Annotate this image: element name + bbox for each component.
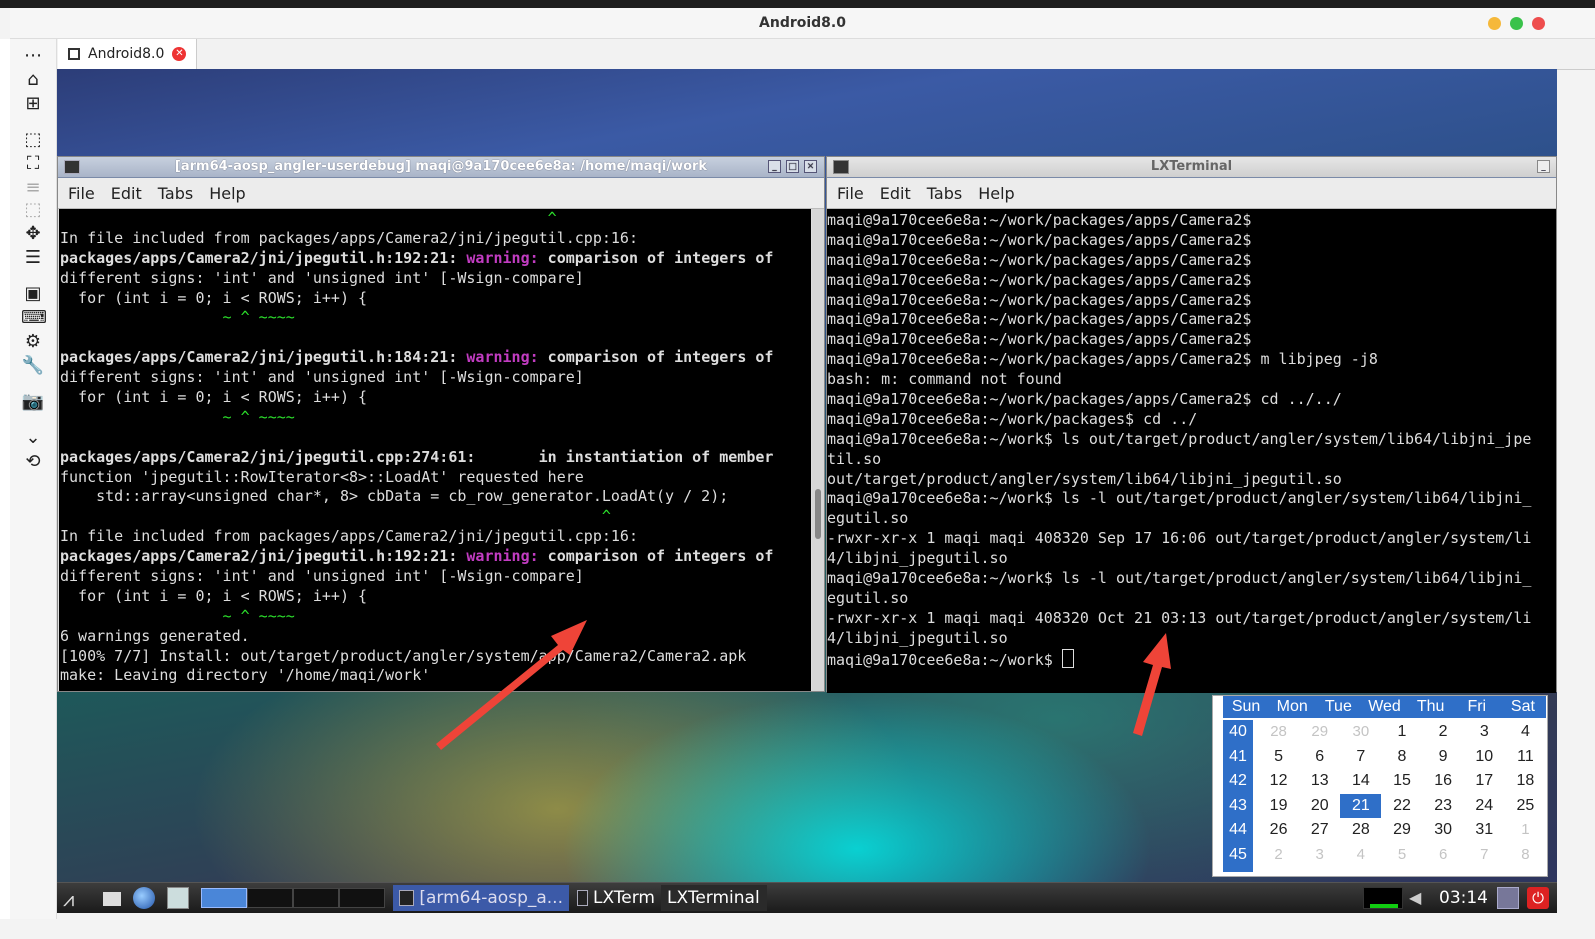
calendar-day[interactable]: 13 (1299, 769, 1340, 794)
calendar-day[interactable]: 5 (1381, 843, 1422, 868)
week-number: 42 (1229, 772, 1247, 790)
calendar-day[interactable]: 30 (1340, 720, 1381, 745)
calendar-day[interactable]: 1 (1381, 720, 1422, 745)
task-lxterm-label: LXTerm (592, 888, 655, 908)
workspace-3[interactable] (293, 888, 339, 908)
red-arrow-right (1133, 633, 1171, 736)
calendar-day[interactable]: 7 (1464, 843, 1505, 868)
workspace-4[interactable] (339, 888, 385, 908)
calendar-day[interactable]: 26 (1258, 818, 1299, 843)
calendar-popup[interactable]: Sun Mon Tue Wed Thu Fri Sat 40 41 42 43 44 45 28 29 3… (1212, 695, 1548, 877)
calendar-day[interactable]: 9 (1423, 745, 1464, 770)
calendar-day[interactable]: 30 (1423, 818, 1464, 843)
terminal-icon (399, 890, 415, 906)
calendar-day[interactable]: 5 (1258, 745, 1299, 770)
calendar-day[interactable]: 14 (1340, 769, 1381, 794)
weekday-label: Sun (1231, 698, 1261, 715)
week-number: 40 (1229, 723, 1247, 740)
red-arrow-left (436, 620, 587, 750)
calendar-day[interactable]: 20 (1299, 794, 1340, 819)
calendar-week-row: 28 29 30 1 2 3 4 (1258, 720, 1546, 745)
workspace-2[interactable] (247, 888, 293, 908)
lock-screen-icon[interactable] (1497, 887, 1519, 909)
show-desktop-icon[interactable] (103, 892, 121, 906)
terminal-icon (577, 890, 588, 906)
calendar-week-row: 5 6 7 8 9 10 11 (1258, 745, 1546, 770)
calendar-day[interactable]: 4 (1340, 843, 1381, 868)
task-lxterminal[interactable]: LXTerminal (661, 885, 767, 911)
weekday-label: Sat (1510, 698, 1535, 715)
calendar-day[interactable]: 7 (1340, 745, 1381, 770)
guest-taskbar: ⩘ [arm64-aosp_a... LXTerm LXTerminal ◀ 0… (57, 882, 1557, 913)
workspace-1[interactable] (201, 888, 247, 908)
calendar-week-row: 19 20 21 22 23 24 25 (1258, 793, 1546, 819)
calendar-day[interactable]: 31 (1464, 818, 1505, 843)
calendar-day[interactable]: 29 (1299, 720, 1340, 745)
calendar-week-row: 12 13 14 15 16 17 18 (1258, 769, 1546, 794)
start-menu-icon[interactable]: ⩘ (63, 887, 95, 911)
calendar-day[interactable]: 2 (1258, 843, 1299, 868)
calendar-day[interactable]: 10 (1464, 745, 1505, 770)
calendar-week-row: 2345678 (1258, 843, 1546, 868)
calendar-day[interactable]: 27 (1299, 818, 1340, 843)
calendar-day-grid: 28 29 30 1 2 3 4 5 6 7 8 9 10 11 12 13 14 15 16 17 18 19 20 21 2… (1258, 720, 1546, 868)
task-build-terminal-label: [arm64-aosp_a... (419, 888, 563, 908)
weekday-label: Thu (1416, 698, 1445, 715)
calendar-day[interactable]: 18 (1505, 769, 1546, 794)
task-lxterm[interactable]: LXTerm (571, 885, 661, 911)
clock[interactable]: 03:14 (1433, 885, 1493, 911)
calendar-weekday-header: Sun Mon Tue Wed Thu Fri Sat (1223, 696, 1546, 718)
calendar-day[interactable]: 8 (1505, 843, 1546, 868)
calendar-day[interactable]: 16 (1423, 769, 1464, 794)
calendar-day[interactable]: 19 (1258, 794, 1299, 819)
calendar-day[interactable]: 23 (1423, 794, 1464, 819)
calendar-day[interactable]: 11 (1505, 745, 1546, 770)
week-number: 45 (1229, 845, 1247, 863)
power-icon[interactable]: ⏻ (1527, 887, 1549, 909)
week-number: 44 (1229, 821, 1247, 839)
week-number: 43 (1229, 796, 1247, 814)
weekday-label: Fri (1467, 698, 1487, 715)
calendar-day[interactable]: 22 (1381, 794, 1422, 819)
calendar-day[interactable]: 21 (1340, 793, 1382, 819)
calendar-day[interactable]: 6 (1299, 745, 1340, 770)
calendar-day[interactable]: 28 (1258, 720, 1299, 745)
weekday-label: Mon (1276, 698, 1308, 715)
calendar-week-numbers: 40 41 42 43 44 45 (1223, 720, 1253, 872)
week-number: 41 (1229, 747, 1247, 765)
calendar-day[interactable]: 28 (1340, 818, 1381, 843)
task-build-terminal[interactable]: [arm64-aosp_a... (393, 885, 569, 911)
weekday-label: Wed (1368, 698, 1401, 715)
calendar-day[interactable]: 3 (1299, 843, 1340, 868)
weekday-label: Tue (1324, 698, 1352, 715)
calendar-day[interactable]: 15 (1381, 769, 1422, 794)
volume-icon[interactable]: ◀ (1409, 887, 1431, 909)
calendar-day[interactable]: 1 (1505, 818, 1546, 843)
cpu-monitor-icon (1363, 887, 1403, 909)
calendar-day[interactable]: 6 (1423, 843, 1464, 868)
calendar-day[interactable]: 29 (1381, 818, 1422, 843)
file-manager-icon[interactable] (167, 887, 189, 909)
calendar-day[interactable]: 12 (1258, 769, 1299, 794)
task-lxterminal-label: LXTerminal (667, 888, 760, 908)
calendar-day[interactable]: 3 (1464, 720, 1505, 745)
calendar-week-row: 26 27 28 29 30 31 1 (1258, 818, 1546, 843)
calendar-day[interactable]: 8 (1381, 745, 1422, 770)
browser-icon[interactable] (133, 887, 155, 909)
calendar-day[interactable]: 17 (1464, 769, 1505, 794)
calendar-day[interactable]: 2 (1423, 720, 1464, 745)
calendar-day[interactable]: 24 (1464, 794, 1505, 819)
calendar-day[interactable]: 4 (1505, 720, 1546, 745)
calendar-day[interactable]: 25 (1505, 794, 1546, 819)
